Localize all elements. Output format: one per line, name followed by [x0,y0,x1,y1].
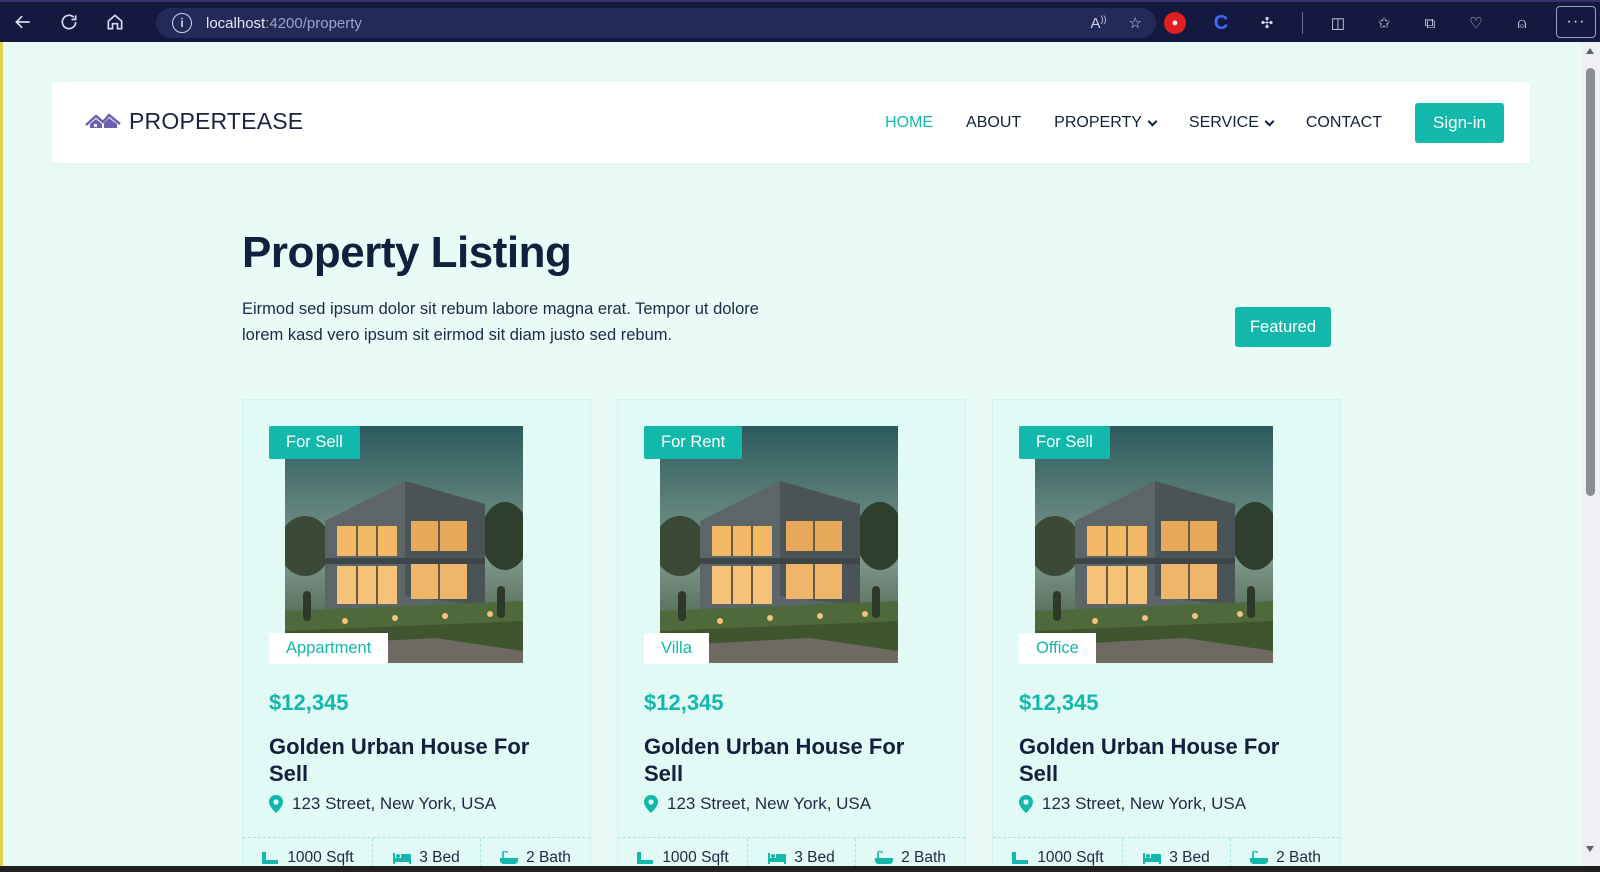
property-image[interactable] [660,426,898,663]
bed-icon [1143,853,1162,864]
toolbar-divider [1302,12,1303,34]
nav-service-label: SERVICE [1188,114,1259,131]
reload-button[interactable] [46,1,92,43]
home-button[interactable] [92,1,138,43]
property-address: 123 Street, New York, USA [644,794,871,814]
extensions-puzzle-icon[interactable]: ✣ [1256,12,1278,34]
site-navbar: PROPERTEASE HOME ABOUT PROPERTY SERVICE … [52,82,1530,163]
favorite-star-icon[interactable]: ☆ [1129,14,1142,32]
back-arrow-icon [15,15,30,29]
site-info-icon[interactable]: i [172,13,192,33]
nav-about[interactable]: ABOUT [966,114,1021,132]
map-marker-icon [269,795,283,813]
scroll-up-arrow-icon[interactable] [1586,48,1594,54]
bath-icon [500,851,519,864]
property-card[interactable]: For Rent Villa $12,345 Golden Urban Hous… [617,399,966,872]
window-edge [0,42,3,872]
house-logo-icon [85,112,121,128]
more-menu-button[interactable]: ··· [1556,6,1596,38]
bath-text: 2 Bath [901,849,946,866]
property-card[interactable]: For Sell Appartment $12,345 Golden Urban… [242,399,591,872]
url-text: localhost:4200/property [206,14,362,32]
status-badge: For Sell [269,426,360,459]
bed-icon [393,853,412,864]
profile-icon[interactable]: ⍝ [1511,12,1533,34]
house-photo-icon [660,426,898,663]
property-title[interactable]: Golden Urban House For Sell [269,733,569,787]
bed-text: 3 Bed [794,849,835,866]
featured-button[interactable]: Featured [1235,307,1331,347]
address-text: 123 Street, New York, USA [667,794,872,813]
type-badge: Office [1019,633,1096,664]
address-text: 123 Street, New York, USA [292,794,497,813]
split-screen-icon[interactable]: ◫ [1327,12,1349,34]
type-badge: Appartment [269,633,389,664]
taskbar-edge [0,866,1600,872]
scroll-down-arrow-icon[interactable] [1586,846,1594,852]
ruler-icon [262,852,279,864]
page-description: Eirmod sed ipsum dolor sit rebum labore … [242,300,759,344]
area-text: 1000 Sqft [662,849,729,866]
nav-property[interactable]: PROPERTY [1054,114,1158,132]
status-badge: For Sell [1019,426,1110,459]
browser-toolbar: i localhost:4200/property A)) ☆ ● C ✣ ◫ … [0,0,1600,42]
scroll-thumb[interactable] [1586,68,1595,496]
page-title: Property Listing [242,228,572,277]
property-price: $12,345 [644,690,724,715]
bed-text: 3 Bed [1169,849,1210,866]
property-price: $12,345 [1019,690,1099,715]
bath-text: 2 Bath [526,849,571,866]
property-image[interactable] [1035,426,1273,663]
nav-home[interactable]: HOME [885,114,933,132]
chevron-down-icon [1147,116,1158,126]
property-image[interactable] [285,426,523,663]
status-badge: For Rent [644,426,743,459]
bath-icon [1250,851,1269,864]
collections-icon[interactable]: ⧉ [1419,12,1441,34]
main-menu: HOME ABOUT PROPERTY SERVICE CONTACT Sign… [885,103,1504,143]
property-title[interactable]: Golden Urban House For Sell [644,733,944,787]
signin-button[interactable]: Sign-in [1415,103,1504,143]
map-marker-icon [1019,795,1033,813]
area-text: 1000 Sqft [1037,849,1104,866]
reload-icon [61,14,77,30]
house-photo-icon [1035,426,1273,663]
bath-text: 2 Bath [1276,849,1321,866]
brand[interactable]: PROPERTEASE [85,108,303,135]
address-text: 123 Street, New York, USA [1042,794,1247,813]
home-icon [107,14,123,30]
nav-service[interactable]: SERVICE [1188,114,1275,132]
nav-contact[interactable]: CONTACT [1306,114,1382,132]
type-badge: Villa [644,633,709,664]
extension-c-icon[interactable]: C [1210,12,1232,34]
bath-icon [875,851,894,864]
bed-icon [768,853,787,864]
property-title[interactable]: Golden Urban House For Sell [1019,733,1319,787]
map-marker-icon [644,795,658,813]
area-text: 1000 Sqft [287,849,354,866]
vertical-scrollbar[interactable] [1581,42,1600,872]
extension-red-icon[interactable]: ● [1164,12,1186,34]
favorites-icon[interactable]: ✩ [1373,12,1395,34]
house-photo-icon [285,426,523,663]
bed-text: 3 Bed [419,849,460,866]
property-address: 123 Street, New York, USA [269,794,496,814]
read-aloud-icon[interactable]: A)) [1091,14,1107,32]
brand-name: PROPERTEASE [129,108,304,134]
performance-heart-icon[interactable]: ♡ [1465,12,1487,34]
nav-property-label: PROPERTY [1054,114,1142,131]
address-bar[interactable]: i localhost:4200/property A)) ☆ [156,8,1156,38]
property-address: 123 Street, New York, USA [1019,794,1246,814]
ruler-icon [637,852,654,864]
chevron-down-icon [1264,116,1275,126]
back-button[interactable] [0,1,46,43]
ruler-icon [1012,852,1029,864]
property-card[interactable]: For Sell Office $12,345 Golden Urban Hou… [992,399,1341,872]
property-price: $12,345 [269,690,349,715]
